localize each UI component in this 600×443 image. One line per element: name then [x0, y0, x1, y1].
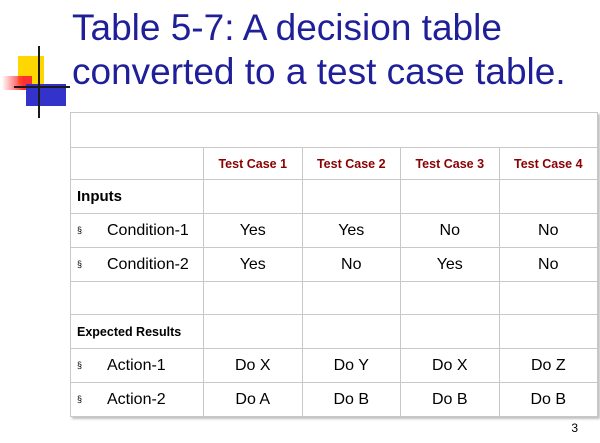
- table-cell: Do X: [400, 348, 500, 383]
- test-case-table: Test Case 1 Test Case 2 Test Case 3 Test…: [69, 112, 599, 417]
- bullet-icon: §: [77, 394, 83, 405]
- column-header: Test Case 4: [498, 147, 599, 180]
- table-cell: No: [301, 247, 401, 282]
- row-label-cell: § Action-1: [70, 348, 204, 383]
- row-label: Condition-2: [107, 255, 189, 273]
- table-cell: [301, 314, 401, 349]
- expected-results-section-row: Expected Results: [70, 314, 599, 349]
- table-cell: [203, 281, 303, 315]
- row-label: Action-1: [107, 356, 166, 374]
- decor-vertical-line: [38, 46, 40, 118]
- inputs-section-row: Inputs: [70, 179, 599, 214]
- table-cell: [400, 179, 500, 214]
- table-cell: No: [400, 213, 500, 248]
- bullet-icon: §: [77, 259, 83, 270]
- table-cell: Do X: [203, 348, 303, 383]
- row-label: Action-2: [107, 390, 166, 408]
- table-cell: [69, 112, 599, 148]
- table-top-empty-row: [69, 112, 599, 148]
- table-cell: [498, 314, 599, 349]
- table-cell: Yes: [301, 213, 401, 248]
- table-cell: Do B: [498, 382, 599, 417]
- inputs-label: Inputs: [70, 179, 204, 214]
- table-cell: [301, 179, 401, 214]
- table-cell: Do B: [400, 382, 500, 417]
- table-cell: Do Y: [301, 348, 401, 383]
- table-cell: [203, 179, 303, 214]
- table-cell: Do A: [203, 382, 303, 417]
- table-cell: [400, 314, 500, 349]
- row-label-cell: § Condition-1: [70, 213, 204, 248]
- table-cell: [498, 179, 599, 214]
- empty-row: [70, 281, 599, 315]
- table-cell: [70, 281, 204, 315]
- column-header: Test Case 2: [301, 147, 401, 180]
- bullet-icon: §: [77, 360, 83, 371]
- table-cell: Do B: [301, 382, 401, 417]
- table-cell: [498, 281, 599, 315]
- column-header: Test Case 1: [203, 147, 303, 180]
- slide-title: Table 5-7: A decision table converted to…: [72, 7, 566, 92]
- column-header: Test Case 3: [400, 147, 500, 180]
- decor-horizontal-line: [14, 86, 70, 88]
- table-cell: [203, 314, 303, 349]
- row-label: Condition-1: [107, 221, 189, 239]
- table-cell: Yes: [203, 247, 303, 282]
- table-cell: Do Z: [498, 348, 599, 383]
- table-cell: No: [498, 213, 599, 248]
- table-row: § Action-1 Do X Do Y Do X Do Z: [70, 348, 599, 383]
- table-row: § Condition-2 Yes No Yes No: [70, 247, 599, 282]
- table-header-row: Test Case 1 Test Case 2 Test Case 3 Test…: [70, 147, 599, 180]
- table-cell: [301, 281, 401, 315]
- table-cell: [70, 147, 204, 180]
- table-cell: [400, 281, 500, 315]
- table-cell: Yes: [400, 247, 500, 282]
- table-row: § Condition-1 Yes Yes No No: [70, 213, 599, 248]
- row-label-cell: § Action-2: [70, 382, 204, 417]
- page-number: 3: [571, 421, 578, 435]
- table-cell: No: [498, 247, 599, 282]
- table-row: § Action-2 Do A Do B Do B Do B: [70, 382, 599, 417]
- table-cell: Yes: [203, 213, 303, 248]
- bullet-icon: §: [77, 225, 83, 236]
- expected-results-label: Expected Results: [70, 314, 204, 349]
- row-label-cell: § Condition-2: [70, 247, 204, 282]
